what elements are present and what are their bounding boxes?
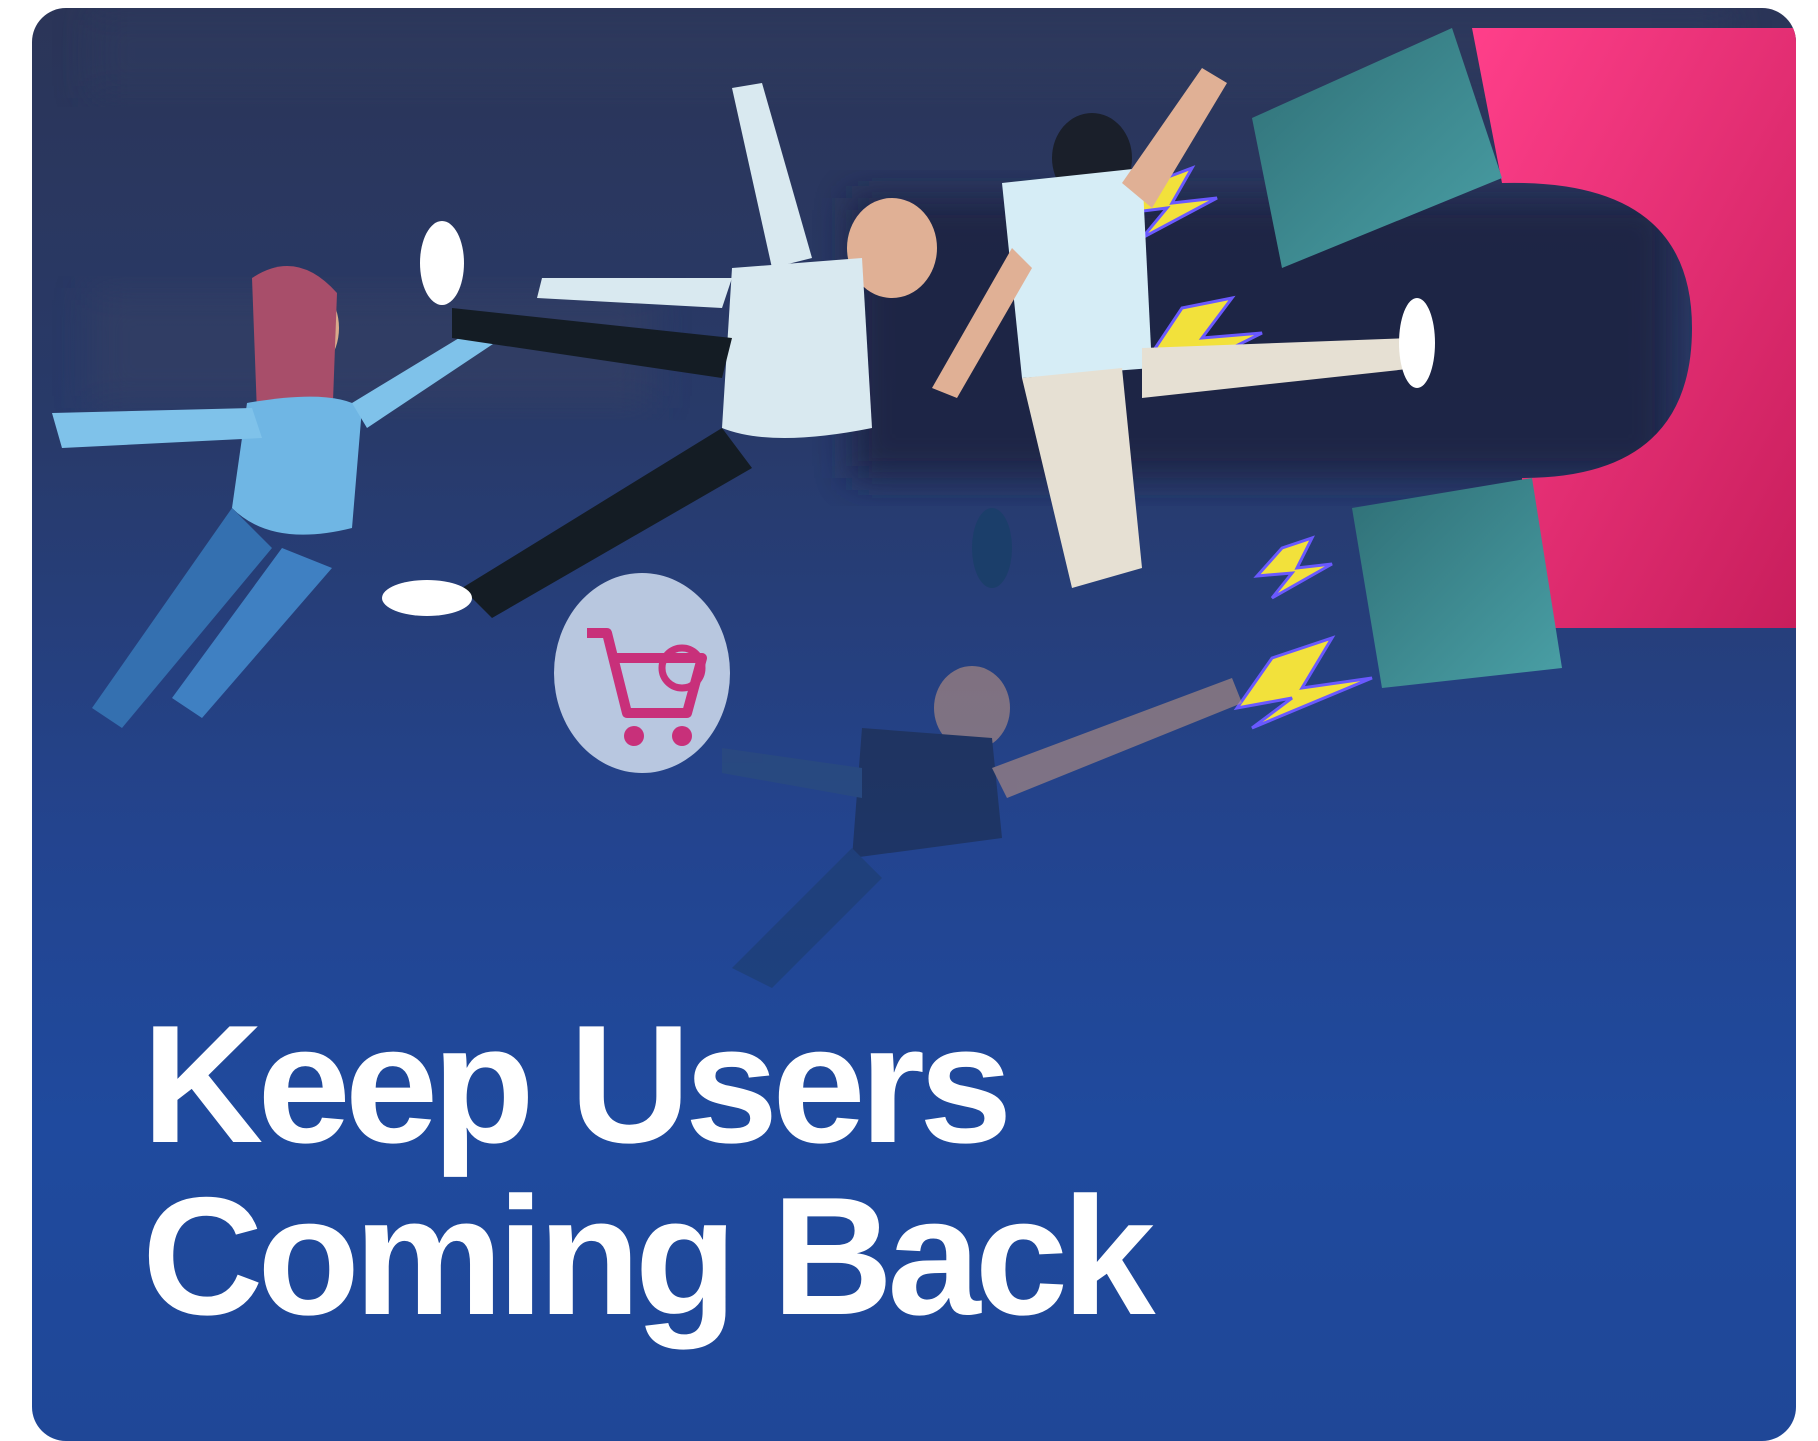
headline: Keep Users Coming Back	[142, 990, 1156, 1350]
hero-illustration	[52, 28, 1796, 988]
person-woman-left	[52, 266, 502, 728]
headline-line-2: Coming Back	[142, 1162, 1156, 1350]
lightning-icon	[1123, 165, 1373, 730]
headline-line-1: Keep Users	[142, 990, 1012, 1178]
person-woman-faded	[722, 666, 1242, 988]
shopping-cart-icon	[554, 573, 730, 773]
promo-banner-card: Keep Users Coming Back	[32, 8, 1796, 1441]
